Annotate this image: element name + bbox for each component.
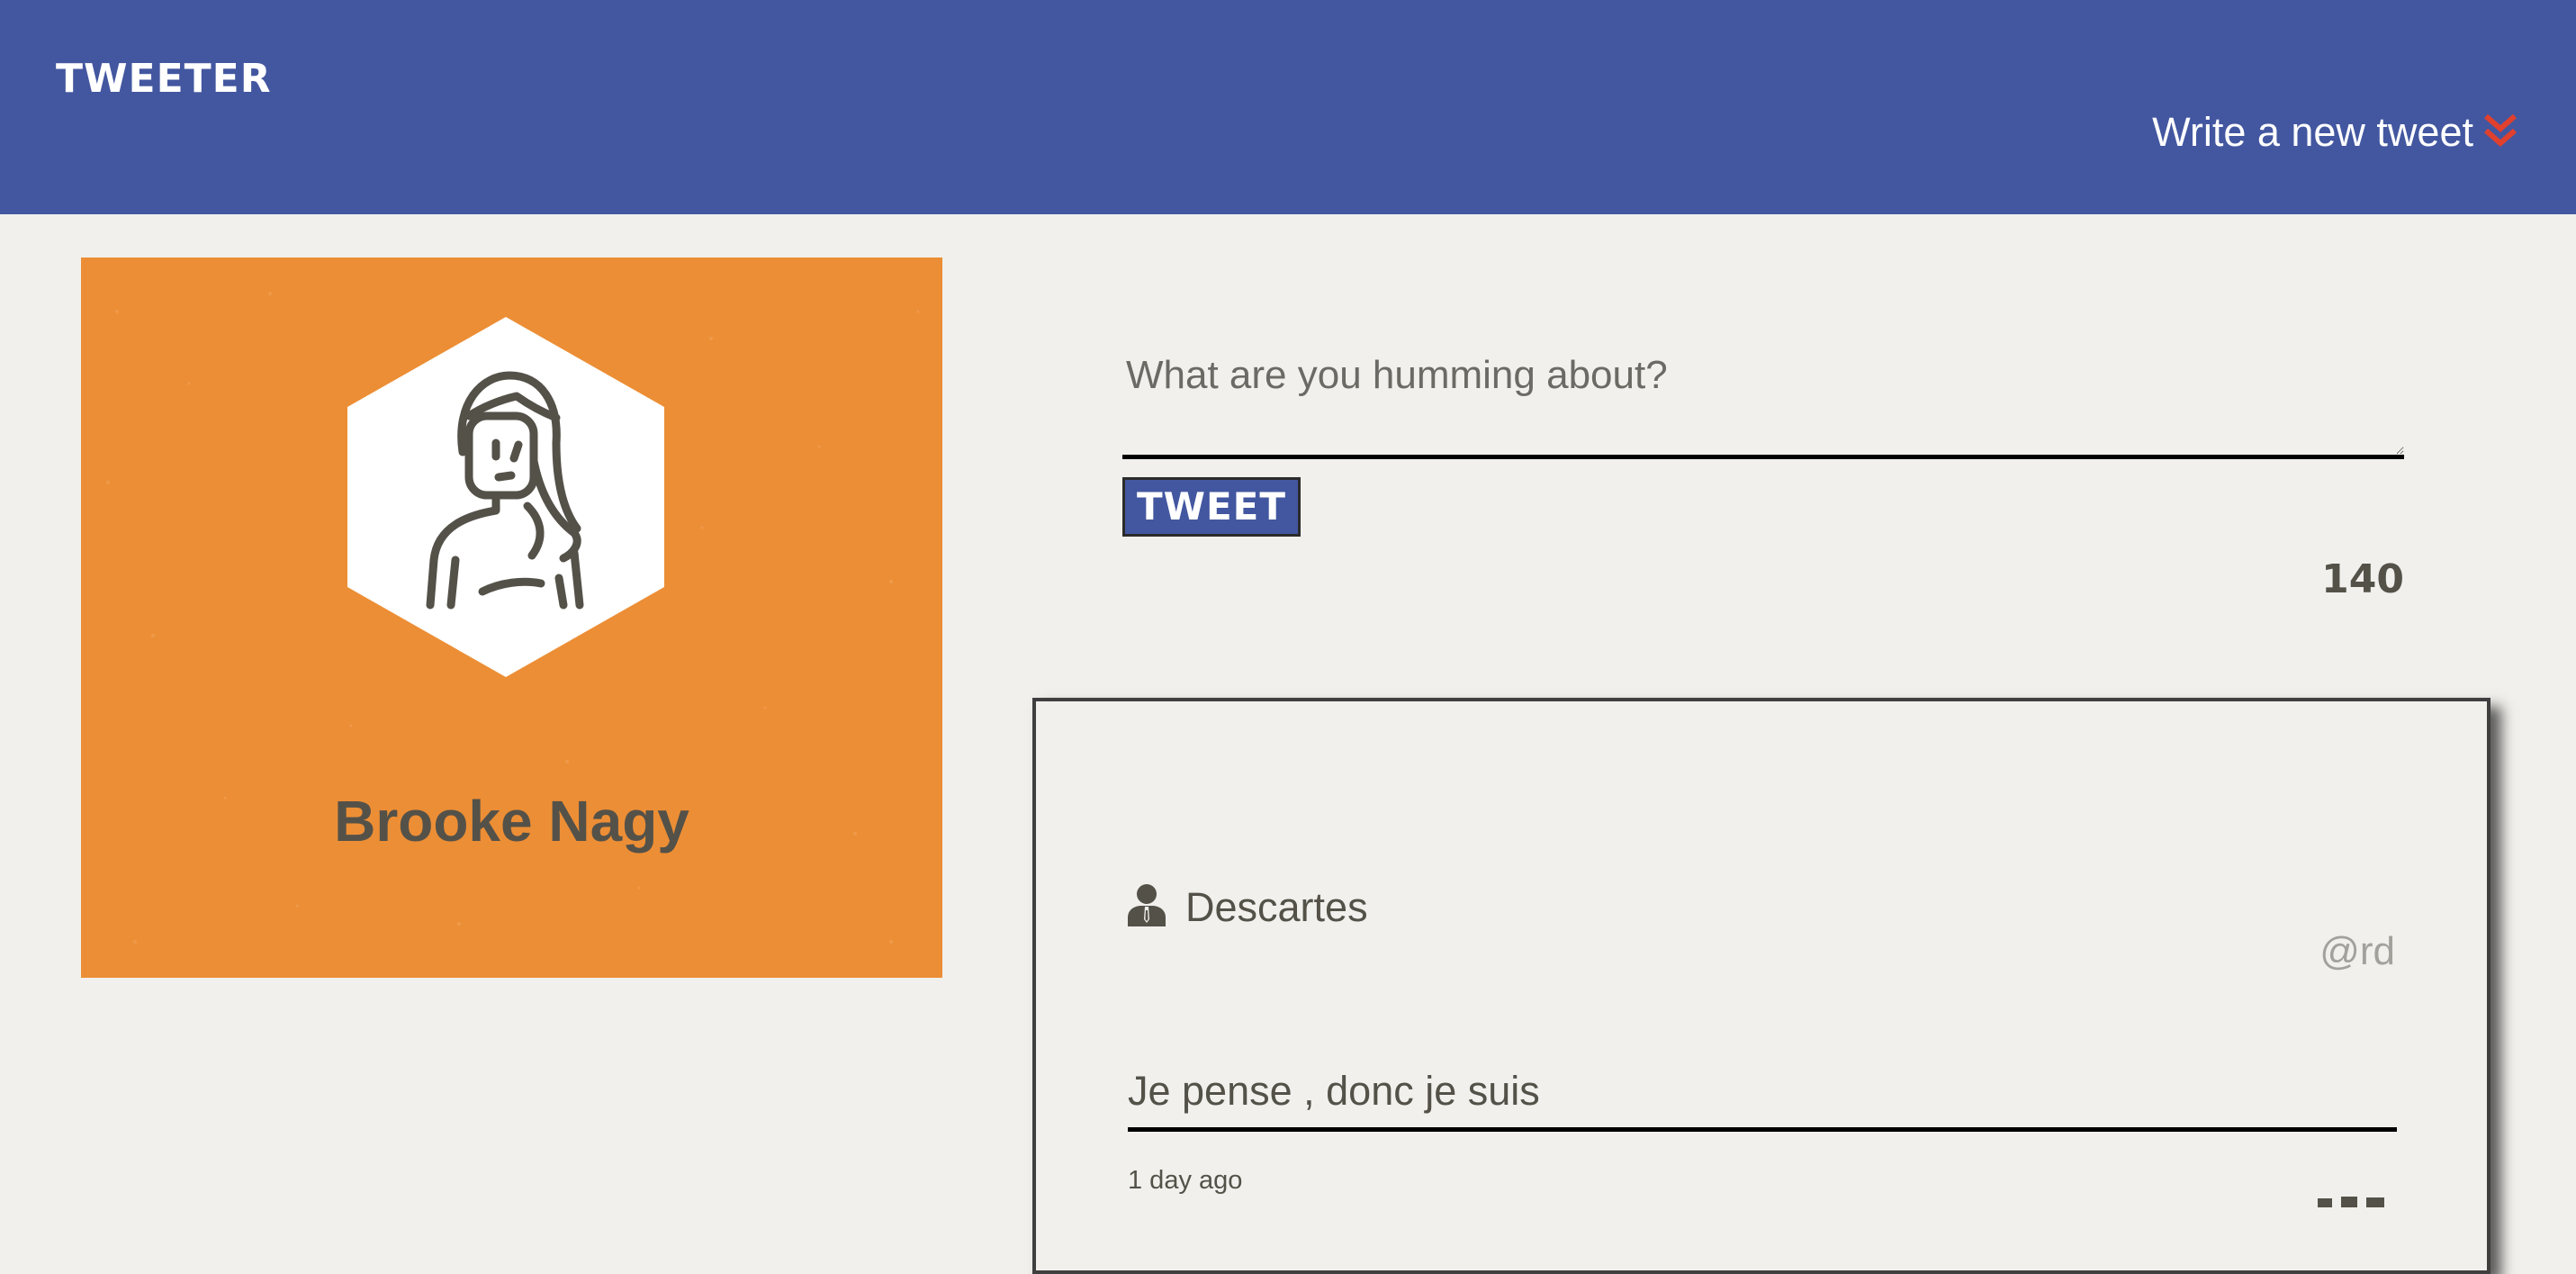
- tweet-handle: @rd: [2319, 929, 2395, 973]
- write-new-tweet-label: Write a new tweet: [2152, 109, 2473, 155]
- tweet-button[interactable]: TWEET: [1122, 477, 1301, 537]
- write-new-tweet-link[interactable]: Write a new tweet: [2152, 112, 2520, 152]
- tweet-author: Descartes: [1128, 883, 1368, 931]
- top-nav: TWEETER Write a new tweet: [0, 0, 2576, 214]
- character-counter: 140: [2321, 556, 2404, 602]
- tweet-content: Je pense , donc je suis: [1128, 1071, 2397, 1132]
- tweet-composer: TWEET 140: [1122, 324, 2404, 600]
- person-icon: [1128, 883, 1166, 931]
- user-avatar-hexagon-icon: [347, 317, 664, 677]
- tweet-card: Descartes @rd Je pense , donc je suis 1 …: [1032, 698, 2490, 1274]
- tweet-input[interactable]: [1122, 324, 2404, 459]
- double-chevron-down-icon: [2481, 113, 2520, 152]
- profile-card: Brooke Nagy: [81, 258, 942, 978]
- profile-name: Brooke Nagy: [334, 789, 689, 854]
- tweet-author-name: Descartes: [1185, 884, 1368, 930]
- tweet-timestamp: 1 day ago: [1128, 1166, 1243, 1195]
- brand-logo[interactable]: TWEETER: [56, 59, 272, 99]
- tweet-action-icons[interactable]: [2316, 1193, 2388, 1211]
